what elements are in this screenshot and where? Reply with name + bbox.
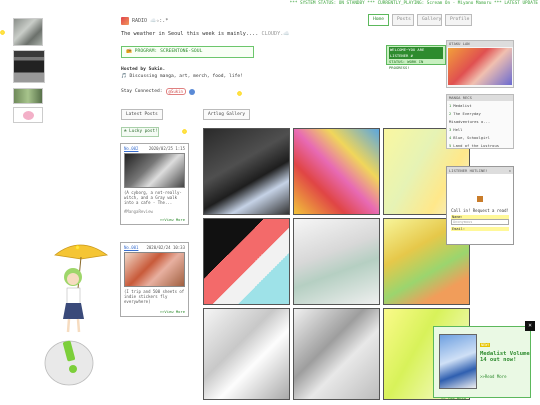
program-banner: 📻 PROGRAM: SCREENTONE-SOUL [121, 46, 254, 58]
contact-link[interactable]: @Sukin [165, 88, 186, 95]
sparkle-icon [182, 129, 187, 134]
read-more-link[interactable]: >>Read More [480, 374, 507, 379]
name-input[interactable]: Anonymous [451, 219, 509, 225]
radio-icon [121, 17, 129, 25]
welcome-box: WELCOME~YOU ARE LISTENER # STATUS: WORK … [386, 45, 446, 70]
gallery-image[interactable] [203, 308, 290, 400]
manga-rec-item[interactable]: 2 The Everyday Misadventures o... [449, 110, 511, 126]
thumbnail-image[interactable] [13, 50, 45, 83]
status-ticker: *** SYSTEM STATUS: ON STANDBY *** CURREN… [289, 1, 538, 6]
intro-text: Hosted by Sukin. 🎵 Discussing manga, art… [121, 66, 243, 80]
view-more-link[interactable]: >>View More [124, 217, 185, 222]
email-field-group: Email: [451, 227, 509, 231]
gallery-image[interactable] [203, 218, 290, 305]
tab-home[interactable]: Home [368, 14, 389, 26]
manga-rec-item[interactable]: 1 Medalist [449, 102, 511, 110]
user-card: OTAKU LAN [446, 40, 514, 88]
music-icon: 📻 [126, 49, 135, 54]
site-title: RADIO ☁️☆:.* [121, 17, 168, 25]
avatar [448, 48, 512, 85]
weather-line: The weather in Seoul this week is mainly… [121, 31, 290, 37]
close-button[interactable]: × [525, 321, 535, 331]
post-link[interactable]: No.002 [124, 146, 138, 151]
see-more-link[interactable]: >> See More [441, 396, 466, 401]
sparkle-icon [75, 245, 80, 250]
topics: 🎵 Discussing manga, art, merch, food, li… [121, 74, 243, 79]
stay-connected: Stay Connected: @Sukin [121, 88, 195, 95]
gallery-image[interactable] [293, 308, 380, 400]
close-icon[interactable]: × [509, 167, 511, 174]
gallery-image[interactable] [293, 218, 380, 305]
announcement-popup: × NEW! Medalist Volume 14 out now! >>Rea… [433, 321, 535, 398]
book-cover-image[interactable] [439, 334, 477, 389]
tab-profile[interactable]: Profile [445, 14, 472, 26]
gallery-image[interactable] [203, 128, 290, 215]
character-illustration [44, 244, 109, 386]
tab-gallery[interactable]: Gallery [417, 14, 442, 26]
post-link[interactable]: No.001 [124, 245, 138, 250]
new-badge: NEW! [480, 343, 491, 347]
gallery-image[interactable] [293, 128, 380, 215]
hosted-by: Hosted by Sukin. [121, 67, 166, 72]
thumbnail-image[interactable] [13, 107, 43, 123]
listener-hotline: LISTENER HOTLINE! × Call in! Request a re… [446, 166, 514, 245]
lucky-post-button[interactable]: ☘ Lucky post! [121, 127, 159, 137]
thumbnail-image[interactable] [13, 88, 43, 104]
chat-icon[interactable] [188, 88, 195, 95]
popup-message: Medalist Volume 14 out now! [480, 351, 530, 363]
manga-recs: MANGA RECS 1 Medalist 2 The Everyday Misad… [446, 94, 514, 149]
thumbnail-image[interactable] [13, 18, 43, 46]
manga-rec-item[interactable]: 5 Land of the Lustrous [449, 142, 511, 150]
sparkle-icon [0, 30, 5, 35]
list-item: No.002 2020/02/25 1:15 (A cyborg, a not-r… [120, 143, 189, 225]
tab-posts[interactable]: Posts [392, 14, 414, 26]
sparkle-icon [237, 91, 242, 96]
post-image[interactable] [124, 153, 185, 188]
list-item: No.001 2020/02/24 10:33 (I trip and 500 s… [120, 242, 189, 317]
manga-rec-item[interactable]: 4 Blue, Schoolgirl [449, 134, 511, 142]
radio-icon [477, 196, 483, 202]
manga-rec-item[interactable]: 3 Hell [449, 126, 511, 134]
gallery-header[interactable]: Artlog Gallery [203, 109, 251, 120]
nav-tabs: Home Posts Gallery Profile [368, 14, 472, 26]
post-image[interactable] [124, 252, 185, 287]
latest-posts-header[interactable]: Latest Posts [121, 109, 163, 120]
name-field-group: Name: Anonymous [451, 215, 509, 225]
view-more-link[interactable]: >>View More [124, 309, 185, 314]
